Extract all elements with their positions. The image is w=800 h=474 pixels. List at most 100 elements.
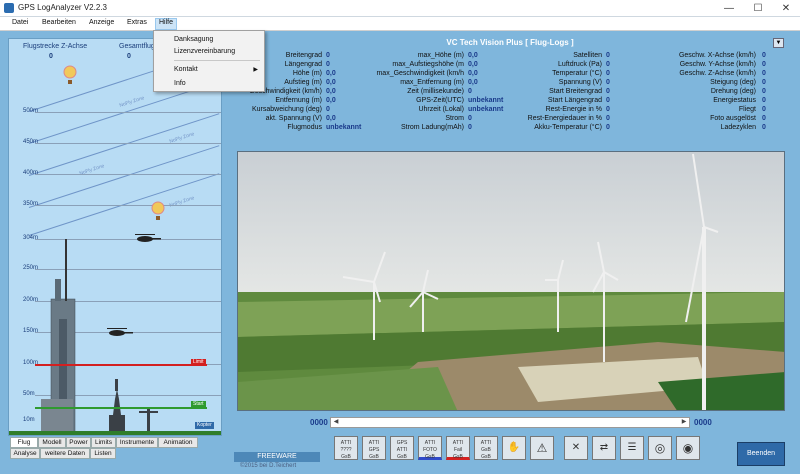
field-value: 0: [762, 79, 766, 86]
field-label: Foto ausgelöst: [710, 115, 756, 122]
atti-gps-tool-button[interactable]: ATTI GPS GsB: [362, 436, 386, 460]
menu-item-danksagung[interactable]: Danksagung: [154, 34, 264, 46]
field-label: max_Geschwindigkeit (km/h: [376, 70, 464, 77]
tab-listen[interactable]: Listen: [90, 448, 116, 459]
ground-strip: [9, 431, 221, 435]
altitude-label: 500m: [23, 108, 39, 114]
list-tool-button[interactable]: ☰: [620, 436, 644, 460]
flight-data-panel: VC Tech Vision Plus [ Flug-Logs ] ▼ Brei…: [232, 36, 788, 146]
field-value: 0,0: [326, 97, 336, 104]
field-label: Energiestatus: [713, 97, 756, 104]
field-label: akt. Spannung (V): [265, 115, 322, 122]
clear-tool-button[interactable]: ✕: [564, 436, 588, 460]
atti-log-tool-button[interactable]: ATTI ???? GsB: [334, 436, 358, 460]
field-label: Start Breitengrad: [549, 88, 602, 95]
transfer-tool-button[interactable]: ⇄: [592, 436, 616, 460]
menu-datei[interactable]: Datei: [9, 19, 31, 26]
menu-extras[interactable]: Extras: [124, 19, 150, 26]
field-label: Steigung (deg): [710, 79, 756, 86]
altitude-line: [35, 143, 221, 144]
field-value: 0,0: [326, 115, 336, 122]
field-value: 0,0: [468, 79, 478, 86]
field-value: 0: [326, 52, 330, 59]
video-view[interactable]: [237, 151, 785, 411]
target2-tool-button[interactable]: ◉: [676, 436, 700, 460]
altitude-label: 10m: [23, 417, 35, 423]
field-value: 0: [762, 97, 766, 104]
app-icon: [4, 3, 14, 13]
field-label: Strom Ladung(mAh): [400, 124, 464, 131]
start-marker-tag: Start: [191, 401, 206, 408]
warning-tool-button[interactable]: ⚠: [530, 436, 554, 460]
field-label: Drehung (deg): [710, 88, 756, 95]
atti-gsb-tool-button[interactable]: ATTI GsB GsB: [474, 436, 498, 460]
close-button[interactable]: ✕: [771, 0, 800, 17]
frame-counter-start: 0000: [310, 418, 328, 427]
gesamtflugstrecke-value: 0: [127, 53, 131, 60]
field-label: Ladezyklen: [720, 124, 756, 131]
field-value: 0: [762, 88, 766, 95]
freeware-badge: FREEWARE: [234, 452, 320, 462]
field-label: Geschw. Z-Achse (km/h): [679, 70, 756, 77]
altitude-label: 200m: [23, 297, 39, 303]
field-value: 0: [762, 61, 766, 68]
nofly-text: NoFly Zone: [168, 195, 196, 209]
menu-separator: [174, 60, 260, 61]
tab-power[interactable]: Power: [66, 437, 91, 448]
atti-foto-tool-button[interactable]: ATTI FOTO GsB: [418, 436, 442, 460]
field-value: 0: [326, 106, 330, 113]
field-value: 0,0: [468, 61, 478, 68]
altitude-label: 450m: [23, 139, 39, 145]
tab-analyse[interactable]: Analyse: [10, 448, 40, 459]
exit-button[interactable]: Beenden: [737, 442, 785, 466]
menu-item-lizenzvereinbarung[interactable]: Lizenzvereinbarung: [154, 46, 264, 58]
field-value: 0: [762, 124, 766, 131]
altitude-label: 250m: [23, 265, 39, 271]
altitude-label: 150m: [23, 328, 39, 334]
minimize-button[interactable]: —: [714, 0, 744, 17]
field-label: Satelliten: [573, 52, 602, 59]
hand-tool-button[interactable]: ✋: [502, 436, 526, 460]
helicopter-icon: [135, 234, 161, 242]
menu-bearbeiten[interactable]: Bearbeiten: [39, 19, 79, 26]
altitude-panel: Flugstrecke Z-Achse Gesamtflugstrec 0 0 …: [8, 38, 222, 436]
tab-flug[interactable]: Flug: [10, 437, 38, 448]
atti-tool-button[interactable]: GPS ATTI GsB: [390, 436, 414, 460]
field-value: 0,0: [468, 70, 478, 77]
tab-limits[interactable]: Limits: [91, 437, 116, 448]
menu-item-info[interactable]: Info: [154, 78, 264, 90]
menu-bar: Datei Bearbeiten Anzeige Extras Hilfe: [0, 17, 800, 31]
altitude-line: [35, 112, 221, 113]
menu-hilfe[interactable]: Hilfe: [155, 18, 178, 30]
fail-tool-button[interactable]: ATTI Fail GsB: [446, 436, 470, 460]
copyright-text: ©2015 bei D.Teichert: [240, 463, 297, 469]
timeline-scrollbar[interactable]: ◀ ▶: [330, 417, 690, 428]
menu-anzeige[interactable]: Anzeige: [86, 19, 117, 26]
field-label: Geschw. Y-Achse (km/h): [679, 61, 756, 68]
flugstrecke-z-value: 0: [49, 53, 53, 60]
field-label: Start Längengrad: [547, 97, 602, 104]
maximize-button[interactable]: ☐: [743, 0, 773, 17]
altitude-label: 400m: [23, 170, 39, 176]
model-dropdown-button[interactable]: ▼: [773, 38, 784, 48]
tab-animation[interactable]: Animation: [158, 437, 198, 448]
limit-marker-tag: Limit: [191, 359, 206, 366]
scroll-right-icon[interactable]: ▶: [679, 418, 689, 427]
altitude-label: 50m: [23, 391, 35, 397]
frame-counter-end: 0000: [694, 418, 712, 427]
field-label: Zeit (millisekunde): [407, 88, 464, 95]
field-label: Flugmodus: [287, 124, 322, 131]
menu-item-kontakt[interactable]: Kontakt ▶: [154, 64, 264, 76]
altitude-label: 350m: [23, 201, 39, 207]
model-title: VC Tech Vision Plus [ Flug-Logs ]: [446, 38, 574, 47]
window-title: GPS LogAnalyzer V2.2.3: [18, 3, 107, 12]
tab-weitere-daten[interactable]: weitere Daten: [40, 448, 90, 459]
altitude-label: 304m: [23, 235, 39, 241]
scroll-left-icon[interactable]: ◀: [331, 418, 341, 427]
target-tool-button[interactable]: ◎: [648, 436, 672, 460]
tab-modell[interactable]: Modell: [38, 437, 66, 448]
field-label: max_Aufstiegshöhe (m: [392, 61, 464, 68]
field-label: Uhrzeit (Lokal): [418, 106, 464, 113]
tab-instrumente[interactable]: Instrumente: [116, 437, 158, 448]
field-label: Akku-Temperatur (°C): [534, 124, 602, 131]
